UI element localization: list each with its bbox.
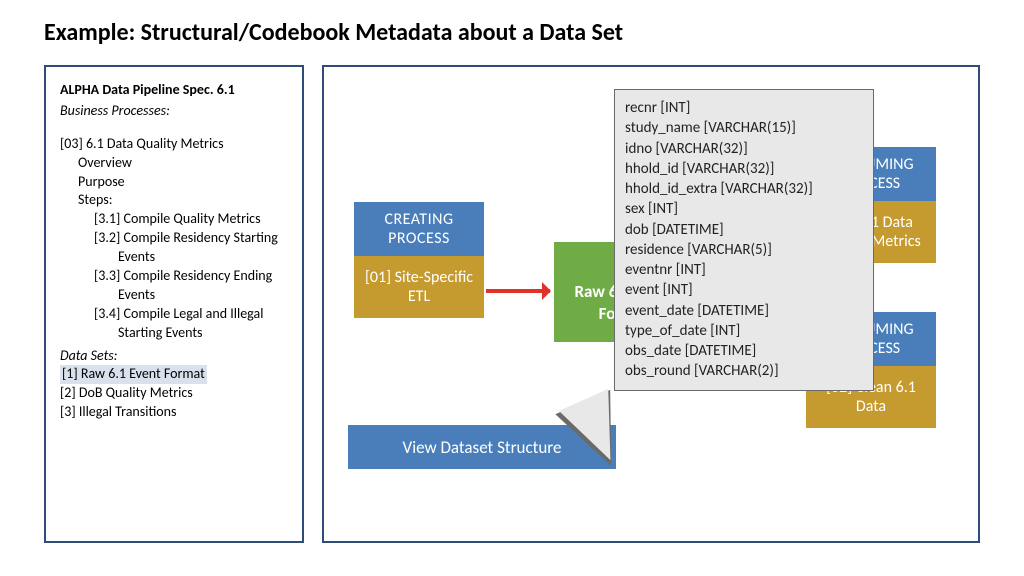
field-sex: sex [INT] <box>625 199 863 219</box>
field-eventnr: eventnr [INT] <box>625 260 863 280</box>
structure-callout: recnr [INT] study_name [VARCHAR(15)] idn… <box>614 89 874 391</box>
datasets-label: Data Sets: <box>60 347 290 366</box>
field-event-date: event_date [DATETIME] <box>625 301 863 321</box>
field-obs-date: obs_date [DATETIME] <box>625 341 863 361</box>
field-study-name: study_name [VARCHAR(15)] <box>625 118 863 138</box>
field-hhold-id-extra: hhold_id_extra [VARCHAR(32)] <box>625 179 863 199</box>
creating-process-body: [01] Site-Specific ETL <box>354 256 484 318</box>
field-recnr: recnr [INT] <box>625 98 863 118</box>
step-3-4a: [3.4] Compile Legal and Illegal <box>60 305 290 324</box>
creating-process-header: CREATING PROCESS <box>354 202 484 256</box>
arrow-to-dataset <box>486 289 550 293</box>
proc-steps-label: Steps: <box>60 191 290 210</box>
step-3-3a: [3.3] Compile Residency Ending <box>60 267 290 286</box>
spec-title: ALPHA Data Pipeline Spec. 6.1 <box>60 81 290 100</box>
field-dob: dob [DATETIME] <box>625 220 863 240</box>
proc-overview: Overview <box>60 154 290 173</box>
field-residence: residence [VARCHAR(5)] <box>625 240 863 260</box>
step-3-2b: Events <box>60 248 290 267</box>
field-obs-round: obs_round [VARCHAR(2)] <box>625 361 863 381</box>
dataset-1[interactable]: [1] Raw 6.1 Event Format <box>60 365 290 384</box>
field-event: event [INT] <box>625 280 863 300</box>
slide-title: Example: Structural/Codebook Metadata ab… <box>44 18 980 47</box>
step-3-3b: Events <box>60 286 290 305</box>
spec-subtitle: Business Processes: <box>60 102 290 121</box>
field-type-of-date: type_of_date [INT] <box>625 321 863 341</box>
spec-panel: ALPHA Data Pipeline Spec. 6.1 Business P… <box>44 65 304 543</box>
field-hhold-id: hhold_id [VARCHAR(32)] <box>625 159 863 179</box>
step-3-2a: [3.2] Compile Residency Starting <box>60 229 290 248</box>
step-3-4b: Starting Events <box>60 324 290 343</box>
dataset-3[interactable]: [3] Illegal Transitions <box>60 403 290 422</box>
creating-process-box: CREATING PROCESS [01] Site-Specific ETL <box>354 202 484 318</box>
field-idno: idno [VARCHAR(32)] <box>625 139 863 159</box>
step-3-1: [3.1] Compile Quality Metrics <box>60 210 290 229</box>
diagram-panel: CREATING PROCESS [01] Site-Specific ETL … <box>322 65 980 543</box>
proc-purpose: Purpose <box>60 173 290 192</box>
proc-heading: [03] 6.1 Data Quality Metrics <box>60 135 290 154</box>
dataset-2[interactable]: [2] DoB Quality Metrics <box>60 384 290 403</box>
